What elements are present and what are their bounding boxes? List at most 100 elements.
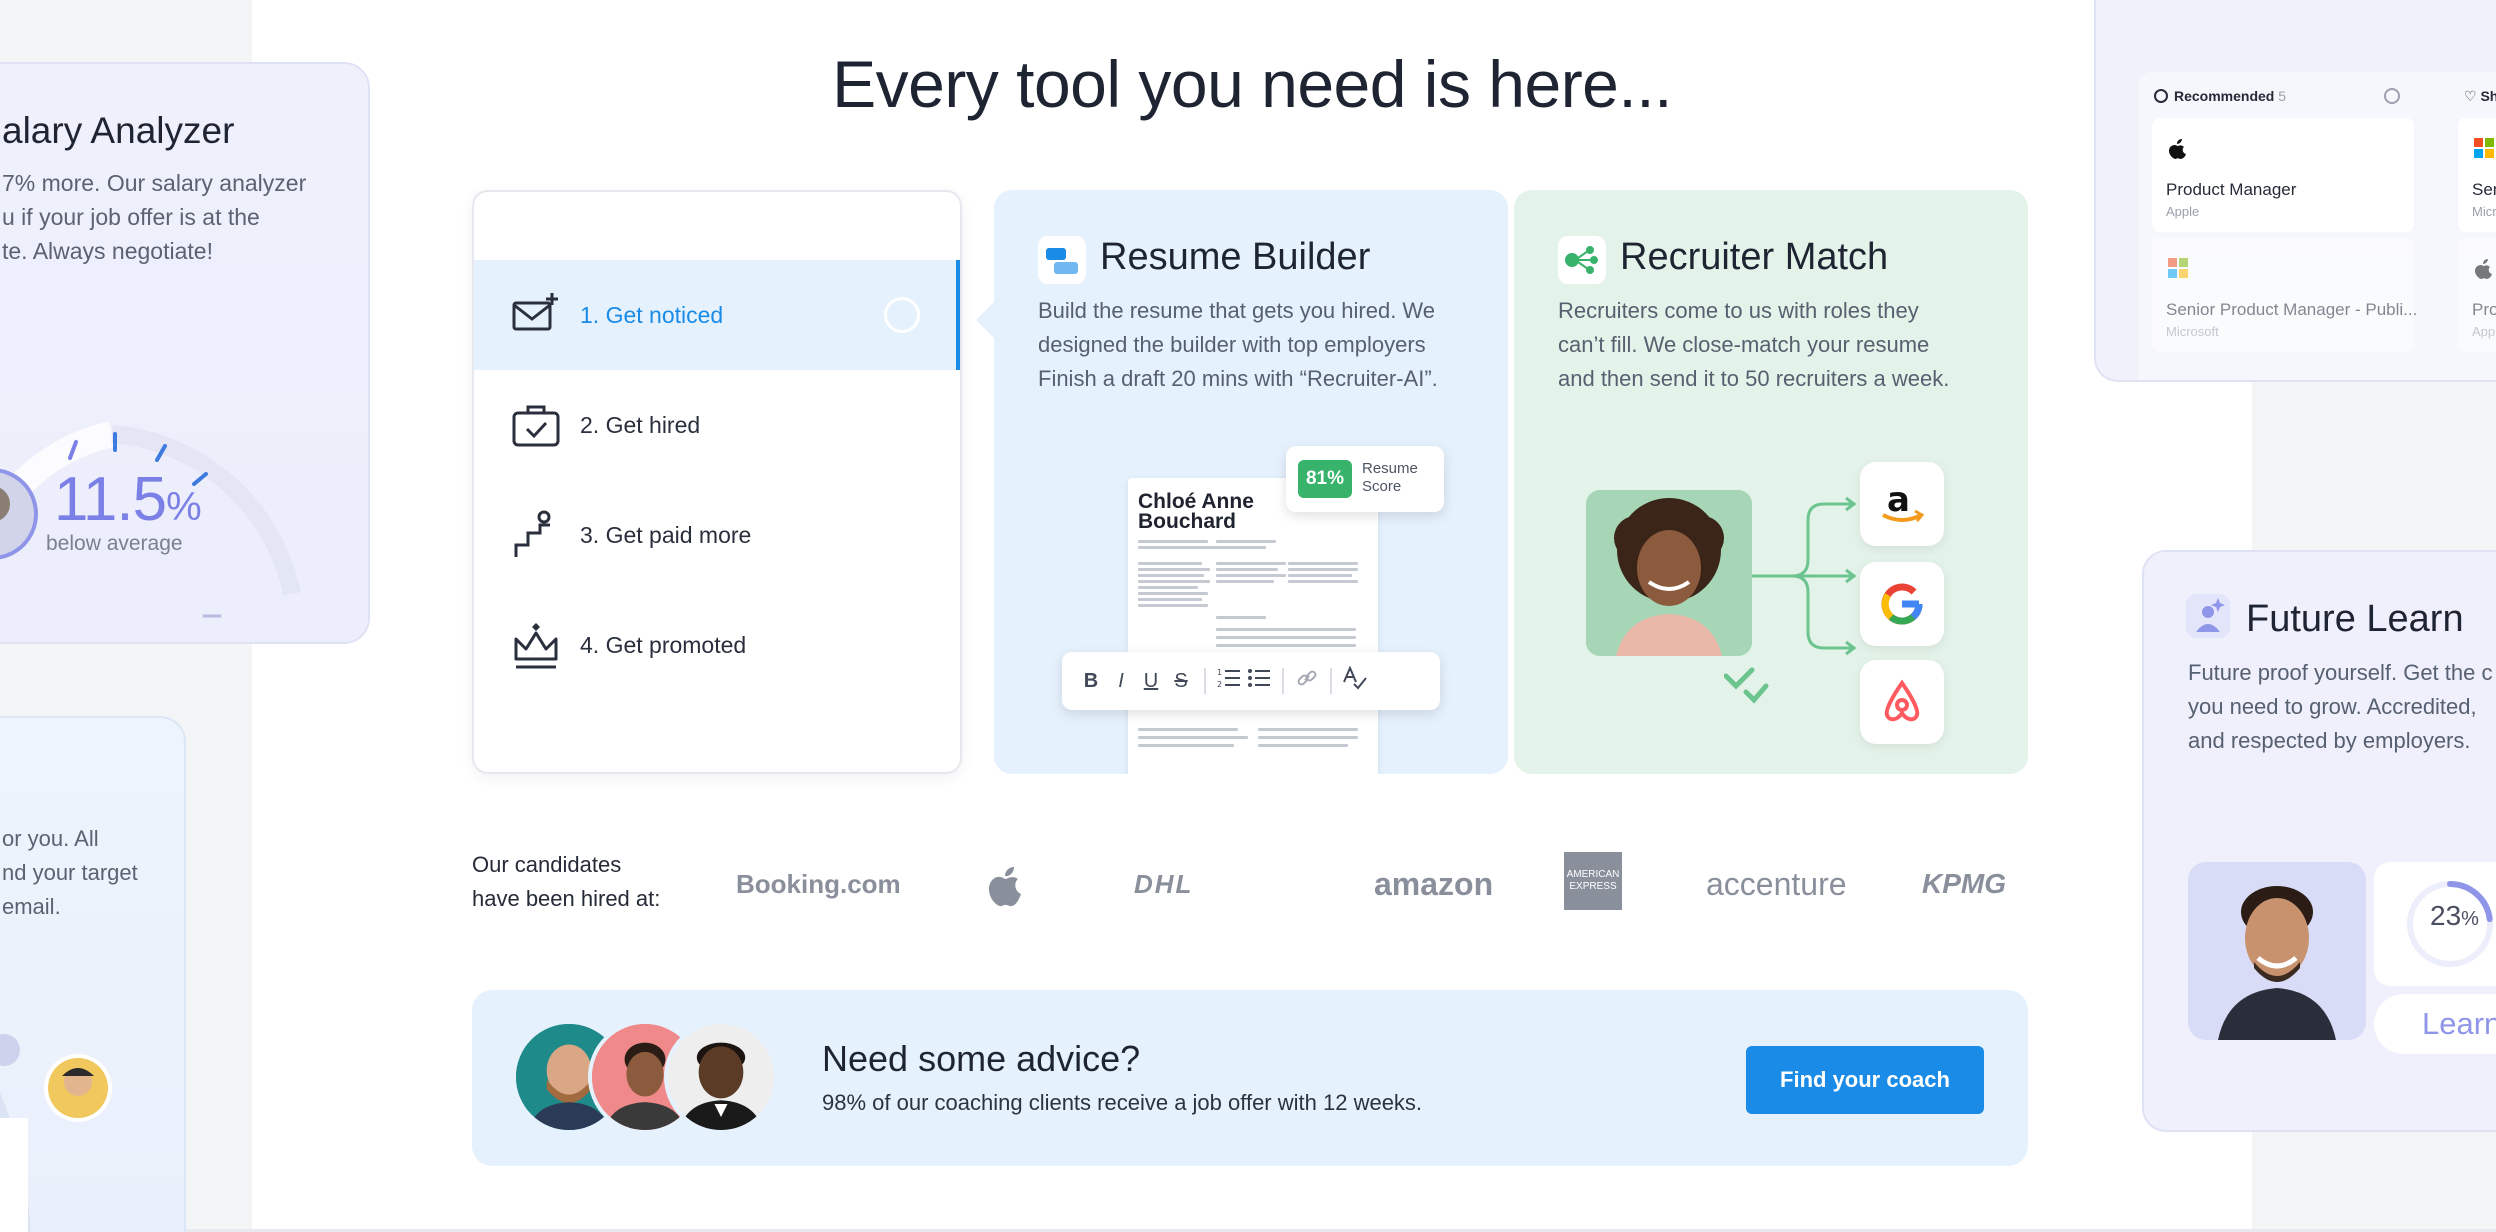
job-list-item[interactable]: Senior Product Manager - Publi... Micros… bbox=[2152, 238, 2418, 352]
email-desc-line: or you. All bbox=[2, 826, 99, 851]
salary-desc-line: u if your job offer is at the bbox=[2, 204, 260, 230]
active-step-pointer bbox=[976, 300, 996, 340]
future-learn-description: Future proof yourself. Get the c you nee… bbox=[2188, 656, 2492, 758]
resume-score-label: Resume Score bbox=[1362, 460, 1418, 495]
strikethrough-button[interactable]: S bbox=[1166, 670, 1196, 693]
svg-text:1: 1 bbox=[1217, 668, 1222, 677]
salary-analyzer-card[interactable]: alary Analyzer 7% more. Our salary analy… bbox=[0, 62, 370, 644]
accenture-logo: accenture bbox=[1706, 865, 1847, 902]
job-list-item[interactable]: Product Manager Apple bbox=[2152, 118, 2414, 232]
spellcheck-icon[interactable] bbox=[1340, 665, 1370, 696]
advice-banner: Need some advice? 98% of our coaching cl… bbox=[472, 990, 2028, 1166]
apple-logo-icon bbox=[986, 856, 1026, 912]
bold-button[interactable]: B bbox=[1076, 670, 1106, 693]
amex-logo: AMERICAN EXPRESS bbox=[1564, 852, 1622, 910]
italic-button[interactable]: I bbox=[1106, 670, 1136, 693]
recruiter-match-description: Recruiters come to us with roles they ca… bbox=[1558, 294, 1998, 396]
tab-label: Sh bbox=[2480, 88, 2496, 104]
ordered-list-icon[interactable]: 12 bbox=[1214, 667, 1244, 695]
person-stairs-icon bbox=[514, 510, 551, 557]
recruiter-desc-line: can’t fill. We close-match your resume bbox=[1558, 332, 1930, 357]
step-get-hired[interactable]: 2. Get hired bbox=[474, 370, 960, 480]
job-title: Senior Product Manager - Publi... bbox=[2166, 300, 2418, 319]
underline-button[interactable]: U bbox=[1136, 670, 1166, 693]
crown-icon bbox=[514, 623, 558, 669]
advice-description: 98% of our coaching clients receive a jo… bbox=[822, 1090, 1423, 1115]
tab-count: 5 bbox=[2278, 88, 2287, 104]
find-coach-button[interactable]: Find your coach bbox=[1746, 1046, 1984, 1114]
resume-desc-line: designed the builder with top employers bbox=[1038, 332, 1426, 357]
future-learn-card[interactable]: Future Learn Future proof yourself. Get … bbox=[2142, 550, 2496, 1132]
kpmg-logo: KPMG bbox=[1922, 868, 2006, 899]
resume-name: Chloé Anne Bouchard bbox=[1138, 490, 1254, 532]
apple-logo-icon bbox=[2475, 259, 2492, 279]
svg-text:2: 2 bbox=[1217, 680, 1222, 689]
learner-photo bbox=[2188, 862, 2366, 1040]
salary-desc-line: 7% more. Our salary analyzer bbox=[2, 170, 307, 196]
bullet-list-icon[interactable] bbox=[1244, 667, 1274, 695]
step-get-noticed[interactable]: 1. Get noticed bbox=[474, 260, 960, 370]
tab-label: Recommended bbox=[2174, 88, 2275, 104]
jobs-panel: Recommended 5 Product Manager Apple Seni… bbox=[2138, 72, 2496, 380]
learn-button[interactable]: Learn bbox=[2374, 994, 2496, 1054]
target-icon bbox=[2154, 89, 2168, 103]
job-list-item[interactable]: Produ Apple bbox=[2458, 238, 2496, 352]
salary-caption: below average bbox=[46, 532, 183, 555]
email-desc-line: nd your target bbox=[2, 860, 138, 885]
learn-progress-unit: % bbox=[2461, 908, 2479, 930]
salary-percentage: 11.5% bbox=[54, 464, 202, 535]
job-title: Senio bbox=[2472, 180, 2496, 199]
advice-title: Need some advice? bbox=[822, 1038, 1141, 1079]
resume-score-badge: 81% Resume Score bbox=[1286, 446, 1444, 512]
salary-desc-line: te. Always negotiate! bbox=[2, 238, 213, 264]
step-label: 1. Get noticed bbox=[580, 301, 724, 328]
hired-at-label: Our candidates have been hired at: bbox=[472, 848, 660, 916]
shortlist-tab[interactable]: ♡ Sh bbox=[2464, 88, 2496, 105]
salary-value-number: 11.5 bbox=[54, 465, 167, 534]
job-recommendations-card: Recommended 5 Product Manager Apple Seni… bbox=[2094, 0, 2496, 382]
recommended-tab[interactable]: Recommended 5 bbox=[2154, 88, 2286, 104]
job-title: Produ bbox=[2472, 300, 2496, 319]
resume-preview: Chloé Anne Bouchard bbox=[1128, 478, 1378, 774]
recruiter-match-card[interactable]: Recruiter Match Recruiters come to us wi… bbox=[1514, 190, 2028, 774]
google-logo-icon bbox=[1860, 562, 1944, 646]
hired-label-line: have been hired at: bbox=[472, 886, 661, 911]
salary-card-title: alary Analyzer bbox=[2, 110, 235, 151]
envelope-plus-icon bbox=[512, 293, 558, 331]
email-outreach-card[interactable]: or you. All nd your target email. bbox=[0, 716, 186, 1232]
resume-desc-line: Build the resume that gets you hired. We bbox=[1038, 298, 1436, 323]
heart-icon: ♡ bbox=[2464, 88, 2481, 104]
salary-value-unit: % bbox=[166, 485, 202, 529]
recruiter-desc-line: Recruiters come to us with roles they bbox=[1558, 298, 1919, 323]
job-company: Micro bbox=[2472, 204, 2496, 219]
recruiter-match-title: Recruiter Match bbox=[1620, 236, 1889, 278]
step-label: 4. Get promoted bbox=[580, 631, 747, 658]
steps-card: 1. Get noticed 2. Get hired 3. Get paid … bbox=[472, 190, 962, 774]
info-icon[interactable] bbox=[2384, 88, 2400, 104]
step-get-promoted[interactable]: 4. Get promoted bbox=[474, 590, 960, 700]
toolbar-separator bbox=[1330, 668, 1332, 694]
amazon-logo-icon: a bbox=[1860, 462, 1944, 546]
editor-toolbar: B I U S 12 bbox=[1062, 652, 1440, 710]
toolbar-separator bbox=[1204, 668, 1206, 694]
booking-logo: Booking.com bbox=[736, 868, 901, 899]
svg-text:a: a bbox=[1887, 480, 1910, 520]
job-title: Product Manager bbox=[2166, 180, 2297, 199]
candidate-photo bbox=[1586, 490, 1752, 656]
shortlist-panel: ♡ Sh Senio Micro Produ Apple bbox=[2452, 72, 2496, 380]
job-list-item[interactable]: Senio Micro bbox=[2458, 118, 2496, 232]
resume-builder-card[interactable]: Resume Builder Build the resume that get… bbox=[994, 190, 1508, 774]
learn-progress-tile: 23% bbox=[2374, 862, 2496, 986]
resume-builder-logo-icon bbox=[1038, 236, 1086, 284]
amazon-logo: amazon bbox=[1374, 865, 1494, 902]
job-company: Apple bbox=[2472, 324, 2496, 339]
sparkle-person-icon bbox=[2186, 594, 2230, 638]
resume-desc-line: Finish a draft 20 mins with “Recruiter-A… bbox=[1038, 366, 1438, 391]
step-get-paid-more[interactable]: 3. Get paid more bbox=[474, 480, 960, 590]
link-icon[interactable] bbox=[1292, 667, 1322, 695]
resume-builder-description: Build the resume that gets you hired. We… bbox=[1038, 294, 1478, 396]
learn-desc-line: Future proof yourself. Get the c bbox=[2188, 660, 2493, 685]
resume-name-line: Chloé Anne bbox=[1138, 490, 1254, 513]
learn-desc-line: and respected by employers. bbox=[2188, 728, 2471, 753]
learn-desc-line: you need to grow. Accredited, bbox=[2188, 694, 2477, 719]
